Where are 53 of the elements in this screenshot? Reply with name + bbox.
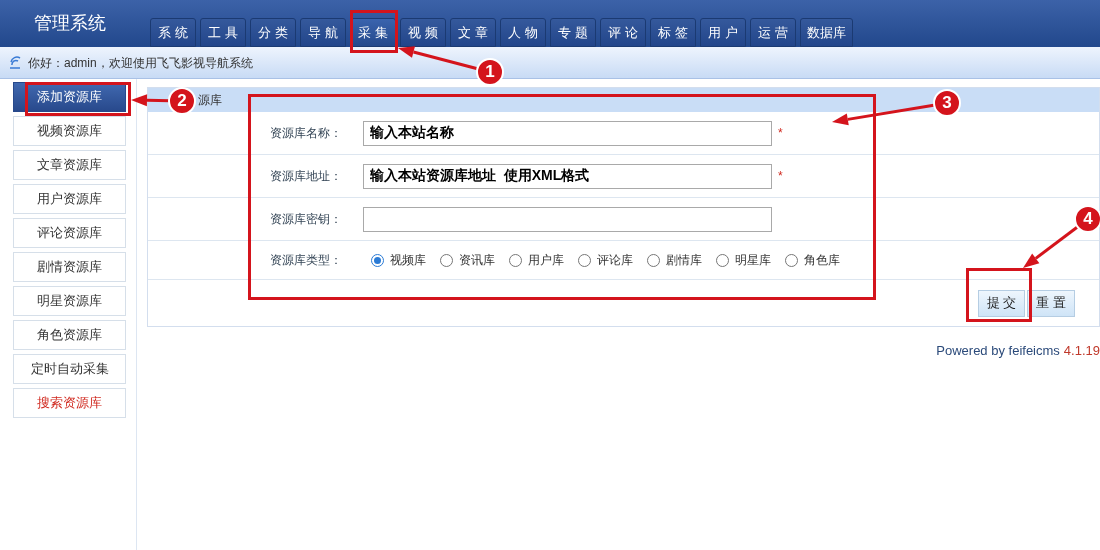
nav-tab[interactable]: 导 航 xyxy=(300,18,346,47)
input-field[interactable]: 输入本站资源库地址 使用XML格式 xyxy=(363,163,772,189)
welcome-text: 你好：admin，欢迎使用飞飞影视导航系统 xyxy=(28,54,253,72)
nav-tab[interactable]: 专 题 xyxy=(550,18,596,47)
field-label: 资源库类型： xyxy=(269,252,343,269)
nav-tab[interactable]: 采 集 xyxy=(350,18,396,47)
field-label: 资源库名称： xyxy=(269,125,343,142)
radio-label: 用户库 xyxy=(528,252,564,269)
sidebar-item[interactable]: 视频资源库 xyxy=(13,116,126,146)
annotation-arrow xyxy=(1023,225,1080,268)
version-text: 4.1.19 xyxy=(1063,342,1100,360)
radio-label: 视频库 xyxy=(390,252,426,269)
nav-tab[interactable]: 工 具 xyxy=(200,18,246,47)
sidebar-item[interactable]: 文章资源库 xyxy=(13,150,126,180)
form-button[interactable]: 重 置 xyxy=(1027,289,1075,317)
nav-tab[interactable]: 系 统 xyxy=(150,18,196,47)
highlight-box xyxy=(350,10,398,53)
nav-tab[interactable]: 评 论 xyxy=(600,18,646,47)
sidebar-item[interactable]: 搜索资源库 xyxy=(13,388,126,418)
radio-label: 剧情库 xyxy=(666,252,702,269)
sidebar-item[interactable]: 明星资源库 xyxy=(13,286,126,316)
sidebar-item[interactable]: 用户资源库 xyxy=(13,184,126,214)
step-badge: 3 xyxy=(933,89,961,117)
step-badge: 4 xyxy=(1074,205,1100,233)
sidebar-item[interactable]: 定时自动采集 xyxy=(13,354,126,384)
nav-tab[interactable]: 数据库 xyxy=(800,18,853,47)
radio-label: 资讯库 xyxy=(459,252,495,269)
radio-label: 角色库 xyxy=(804,252,840,269)
form-button[interactable]: 提 交 xyxy=(977,289,1026,317)
field-label: 资源库密钥： xyxy=(269,211,343,228)
nav-tab[interactable]: 标 签 xyxy=(650,18,696,47)
nav-tab[interactable]: 视 频 xyxy=(400,18,446,47)
sidebar-item[interactable]: 评论资源库 xyxy=(13,218,126,248)
input-field[interactable] xyxy=(363,206,772,232)
radio-label: 明星库 xyxy=(735,252,771,269)
nav-tab[interactable]: 人 物 xyxy=(500,18,546,47)
app-title: 管理系统 xyxy=(33,12,107,35)
sidebar-item[interactable]: 角色资源库 xyxy=(13,320,126,350)
signal-icon xyxy=(8,55,22,70)
radio-label: 评论库 xyxy=(597,252,633,269)
step-badge: 1 xyxy=(476,58,504,86)
required-mark: * xyxy=(778,125,783,142)
powered-by-text: Powered by feifeicms xyxy=(936,342,1060,360)
nav-tab[interactable]: 分 类 xyxy=(250,18,296,47)
nav-tab[interactable]: 用 户 xyxy=(700,18,746,47)
required-mark: * xyxy=(778,168,783,185)
nav-tab[interactable]: 文 章 xyxy=(450,18,496,47)
sidebar-item[interactable]: 剧情资源库 xyxy=(13,252,126,282)
nav-tab[interactable]: 运 营 xyxy=(750,18,796,47)
annotation-arrow xyxy=(131,94,171,107)
input-field[interactable]: 输入本站名称 xyxy=(363,120,772,146)
highlight-box xyxy=(966,268,1032,322)
field-label: 资源库地址： xyxy=(269,168,343,185)
